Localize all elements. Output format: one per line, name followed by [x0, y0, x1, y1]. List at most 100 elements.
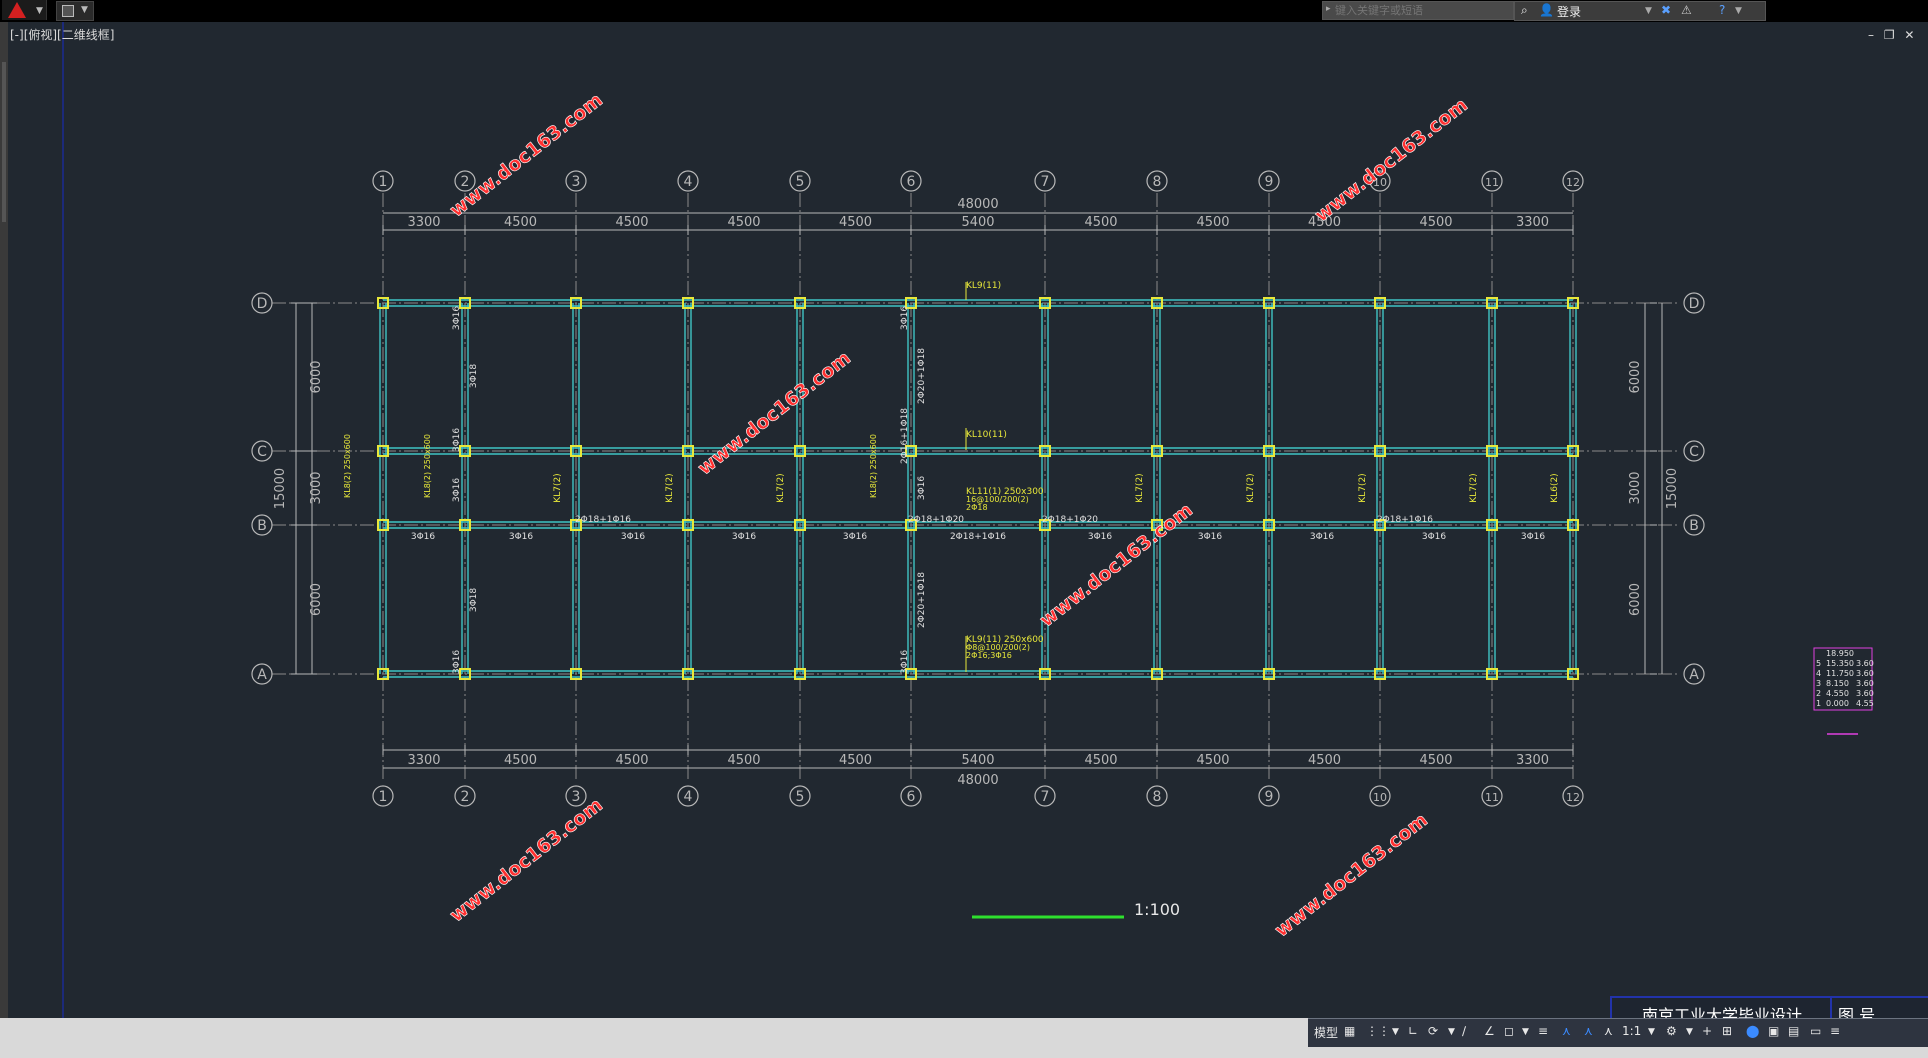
annotation-scale-value[interactable]: 1:1 — [1622, 1024, 1641, 1038]
watermark-text: www.doc163.com — [446, 89, 607, 222]
dimension-text: 4500 — [1084, 215, 1117, 230]
beam-label: KL7(2) — [1358, 473, 1368, 502]
beam-label: KL7(2) — [665, 473, 675, 502]
beam-label: KL6(2) — [1550, 473, 1560, 502]
total-dimension-text: 48000 — [957, 773, 998, 788]
dimension-text: 6000 — [1628, 583, 1643, 616]
snap-icon[interactable]: ⋮⋮ — [1366, 1024, 1390, 1038]
ortho-icon[interactable]: ∟ — [1408, 1024, 1418, 1038]
workspace-gear-icon[interactable]: ⚙ — [1666, 1024, 1677, 1038]
grid-label: 8 — [1153, 789, 1162, 805]
rebar-label: 2Φ18+1Φ16 — [575, 515, 631, 525]
structural-plan-drawing: 112233445566778899101011111212D DC CB BA A33… — [251, 89, 1874, 942]
rebar-label: 3Φ16 — [452, 478, 462, 503]
polar-icon[interactable]: ⟳ — [1428, 1024, 1438, 1038]
grid-label: 5 — [796, 174, 805, 190]
elevation-floor: 5 — [1816, 659, 1821, 668]
chevron-down-icon[interactable]: ▼ — [1392, 1027, 1399, 1037]
dimension-text: 4500 — [1084, 753, 1117, 768]
chevron-down-icon[interactable]: ▼ — [1648, 1027, 1655, 1037]
elevation-height: 3.60 — [1856, 689, 1874, 698]
dimension-text: 4500 — [839, 753, 872, 768]
hardware-acceleration-icon[interactable]: ▤ — [1788, 1024, 1799, 1038]
rebar-label: 3Φ16 — [509, 532, 534, 542]
grid-label: 2 — [461, 789, 470, 805]
dimension-text: 3300 — [407, 753, 440, 768]
total-dimension-text: 15000 — [1665, 468, 1680, 509]
beam-label: KL8(2) 250x600 — [869, 434, 878, 498]
grid-label: D — [257, 296, 268, 312]
rebar-label: 2Φ20+1Φ18 — [917, 348, 927, 404]
scale-label: 1:100 — [1134, 900, 1180, 919]
dimension-text: 3000 — [1628, 471, 1643, 504]
grid-label: 11 — [1485, 176, 1499, 189]
dimension-text: 6000 — [1628, 360, 1643, 393]
dimension-text: 4500 — [1419, 753, 1452, 768]
model-space-button[interactable]: 模型 — [1314, 1024, 1338, 1041]
grid-label: 1 — [379, 789, 388, 805]
annotation-scale-icon[interactable]: ⋏ — [1604, 1024, 1613, 1038]
clean-screen-icon[interactable]: ▭ — [1810, 1024, 1821, 1038]
grid-label: 6 — [907, 789, 916, 805]
quick-properties-icon[interactable]: ⬤ — [1746, 1024, 1759, 1038]
rebar-label: 3Φ16 — [411, 532, 436, 542]
beam-label: KL7(2) — [776, 473, 786, 502]
customization-menu-icon[interactable]: ≡ — [1830, 1024, 1840, 1038]
elevation-height: 3.60 — [1856, 669, 1874, 678]
rebar-label: 2Φ18+1Φ20 — [1042, 515, 1098, 525]
grid-label: 9 — [1265, 174, 1274, 190]
grid-label: A — [1689, 667, 1699, 683]
watermark-text: www.doc163.com — [1311, 94, 1472, 227]
units-icon[interactable]: ⊞ — [1722, 1024, 1732, 1038]
chevron-down-icon[interactable]: ▼ — [1522, 1027, 1529, 1037]
title-block-divider — [1830, 998, 1832, 1020]
beam-label: 2Φ18 — [966, 503, 988, 512]
rebar-label: 3Φ16 — [621, 532, 646, 542]
rebar-label: 3Φ16 — [732, 532, 757, 542]
lineweight-icon[interactable]: ≡ — [1538, 1024, 1548, 1038]
dimension-text: 4500 — [504, 753, 537, 768]
elevation-value: 8.150 — [1826, 679, 1849, 688]
elevation-value: 15.350 — [1826, 659, 1854, 668]
dimension-text: 4500 — [615, 753, 648, 768]
watermark-text: www.doc163.com — [694, 347, 855, 480]
elevation-floor: 2 — [1816, 689, 1821, 698]
elevation-floor: 4 — [1816, 669, 1821, 678]
grid-label: 4 — [684, 789, 693, 805]
rebar-label: 3Φ16 — [843, 532, 868, 542]
chevron-down-icon[interactable]: ▼ — [1686, 1027, 1693, 1037]
annotation-visibility-icon[interactable]: ⋏ — [1562, 1024, 1571, 1038]
rebar-label: 3Φ16 — [900, 306, 910, 331]
rebar-label: 2Φ16+1Φ18 — [900, 408, 910, 464]
status-toolbar: 模型 ▦ ⋮⋮ ▼ ∟ ⟳ ▼ ∕ ∠ ◻ ▼ ≡ ⋏ ⋏ ⋏ 1:1 ▼ ⚙ … — [1308, 1018, 1928, 1047]
isodraft-icon[interactable]: ◻ — [1504, 1024, 1514, 1038]
chevron-down-icon[interactable]: ▼ — [1448, 1027, 1455, 1037]
grid-label: 1 — [379, 174, 388, 190]
rebar-label: 3Φ16 — [452, 306, 462, 331]
dimension-text: 3000 — [309, 471, 324, 504]
grid-label: 12 — [1566, 176, 1580, 189]
otrack-icon[interactable]: ∠ — [1484, 1024, 1495, 1038]
grid-label: 6 — [907, 174, 916, 190]
beam-label: KL8(2) 250x600 — [343, 434, 352, 498]
dimension-text: 6000 — [309, 583, 324, 616]
beam-label: KL7(2) — [553, 473, 563, 502]
dimension-text: 4500 — [1196, 753, 1229, 768]
auto-scale-icon[interactable]: ⋏ — [1584, 1024, 1593, 1038]
isolate-objects-icon[interactable]: ▣ — [1768, 1024, 1779, 1038]
dimension-text: 4500 — [1196, 215, 1229, 230]
elevation-value: 4.550 — [1826, 689, 1849, 698]
grid-icon[interactable]: ▦ — [1344, 1024, 1355, 1038]
beam-label: KL8(2) 250x600 — [423, 434, 432, 498]
osnap-icon[interactable]: ∕ — [1462, 1024, 1466, 1038]
elevation-height: 4.55 — [1856, 699, 1874, 708]
annotation-monitor-icon[interactable]: + — [1702, 1024, 1712, 1038]
beam-label: KL7(2) — [1469, 473, 1479, 502]
grid-label: 3 — [572, 789, 581, 805]
rebar-label: 3Φ16 — [917, 476, 927, 501]
dimension-text: 4500 — [1308, 753, 1341, 768]
dimension-text: 5400 — [961, 215, 994, 230]
rebar-label: 2Φ18+1Φ20 — [908, 515, 964, 525]
rebar-label: 3Φ18 — [469, 588, 479, 613]
grid-label: A — [257, 667, 267, 683]
